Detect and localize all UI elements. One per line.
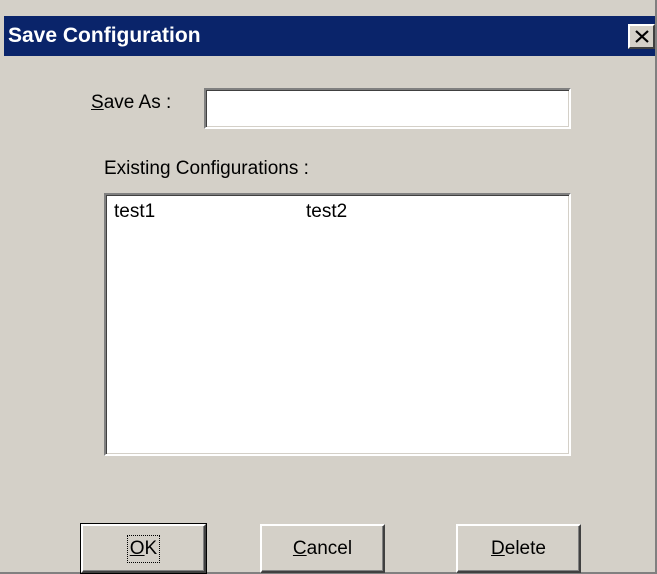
delete-button-label: Delete bbox=[491, 538, 546, 559]
window-title: Save Configuration bbox=[8, 24, 201, 47]
close-icon bbox=[635, 30, 649, 43]
save-as-input[interactable] bbox=[204, 88, 571, 129]
delete-button[interactable]: Delete bbox=[456, 524, 581, 573]
close-button[interactable] bbox=[628, 24, 655, 49]
cancel-button[interactable]: Cancel bbox=[260, 524, 385, 573]
existing-configurations-label: Existing Configurations : bbox=[104, 158, 309, 179]
title-bar[interactable]: Save Configuration bbox=[4, 16, 655, 56]
save-as-label: Save As : bbox=[91, 92, 172, 113]
cancel-button-label: Cancel bbox=[292, 538, 353, 559]
save-configuration-dialog: Save Configuration Save As : Existing Co… bbox=[0, 0, 657, 574]
configurations-listbox[interactable]: test1 test2 bbox=[104, 193, 571, 456]
list-item[interactable]: test1 bbox=[114, 201, 155, 223]
ok-button[interactable]: OK bbox=[80, 523, 207, 574]
list-item[interactable]: test2 bbox=[306, 201, 347, 223]
ok-button-label: OK bbox=[126, 535, 161, 563]
